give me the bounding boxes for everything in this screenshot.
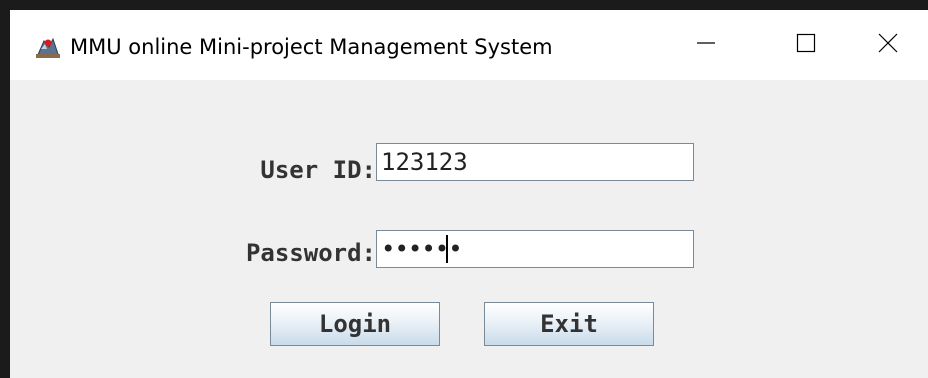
login-window: MMU online Mini-project Management Syste… — [10, 10, 928, 378]
maximize-button[interactable] — [756, 10, 856, 80]
password-label: Password: — [245, 239, 376, 267]
title-bar[interactable]: MMU online Mini-project Management Syste… — [10, 10, 928, 80]
exit-button[interactable]: Exit — [484, 302, 654, 346]
user-id-label: User ID: — [260, 156, 376, 184]
close-button[interactable] — [848, 10, 928, 80]
minimize-icon — [696, 33, 716, 57]
window-title: MMU online Mini-project Management Syste… — [70, 35, 553, 59]
minimize-button[interactable] — [656, 10, 756, 80]
text-caret — [446, 235, 448, 263]
maximize-icon — [796, 33, 816, 57]
user-id-input[interactable] — [376, 143, 694, 181]
login-form: User ID: Password: Login Exit — [10, 80, 928, 378]
password-input[interactable] — [376, 230, 694, 268]
close-icon — [878, 33, 898, 57]
login-button[interactable]: Login — [270, 302, 440, 346]
java-app-icon — [35, 35, 61, 59]
